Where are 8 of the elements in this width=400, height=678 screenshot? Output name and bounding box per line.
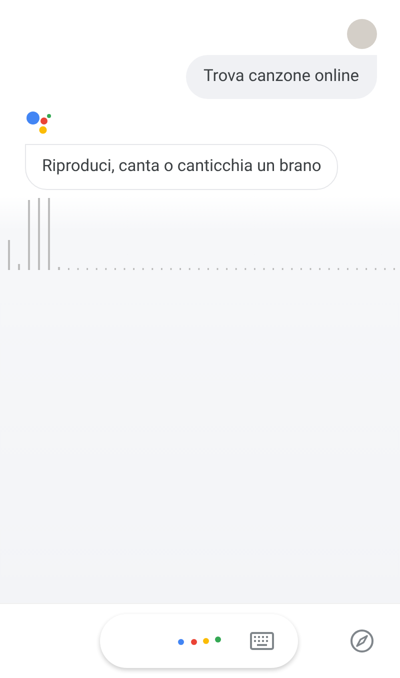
assistant-input-bar[interactable]: [100, 614, 298, 668]
assistant-message: Riproduci, canta o canticchia un brano: [25, 144, 338, 190]
user-message: Trova canzone online: [186, 55, 377, 99]
assistant-logo-icon: [25, 110, 53, 135]
avatar: [347, 19, 377, 49]
keyboard-icon[interactable]: [250, 632, 274, 650]
compass-icon[interactable]: [350, 629, 374, 653]
assistant-dots-icon: [177, 635, 223, 647]
